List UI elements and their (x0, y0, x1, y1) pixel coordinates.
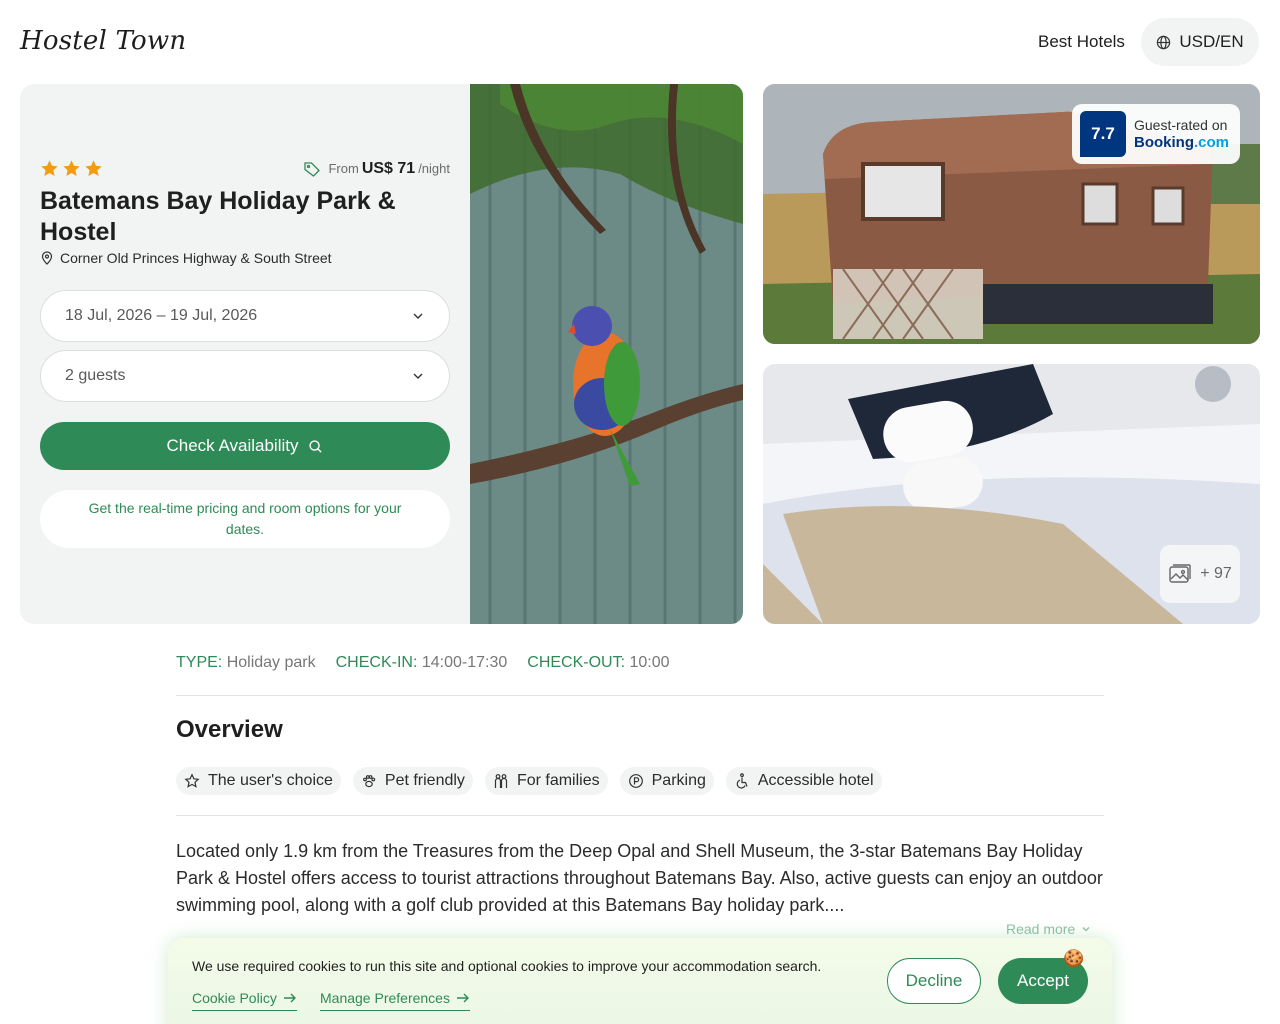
type-info: TYPE: Holiday park (176, 654, 316, 672)
price-prefix: From (328, 161, 359, 176)
checkout-value: 10:00 (629, 654, 670, 671)
chevron-down-icon (413, 373, 423, 379)
property-info-row: TYPE: Holiday park CHECK-IN: 14:00-17:30… (176, 654, 670, 672)
overview-description: Located only 1.9 km from the Treasures f… (176, 841, 1103, 915)
cookie-policy-link[interactable]: Cookie Policy (192, 990, 297, 1011)
chip-label: Accessible hotel (757, 772, 874, 789)
read-more-link[interactable]: Read more (1006, 921, 1091, 937)
star-icon (41, 160, 58, 177)
price-tag-icon (304, 162, 321, 177)
gallery-count: + 97 (1200, 565, 1232, 582)
chip-accessible: Accessible hotel (725, 767, 882, 795)
star-rating (40, 159, 103, 178)
booking-logo: Booking.com (1134, 134, 1229, 152)
checkout-key: CHECK-OUT: (527, 654, 626, 671)
chip-label: Parking (651, 772, 706, 789)
booking-panel: From US$ 71 /night Batemans Bay Holiday … (20, 84, 470, 624)
cookie-text: We use required cookies to run this site… (192, 958, 822, 974)
booking-brand-main: Booking (1134, 134, 1194, 151)
lorikeet-image (470, 84, 743, 624)
search-icon (309, 439, 323, 453)
photo-lorikeet[interactable] (470, 84, 743, 624)
parking-icon (628, 774, 643, 788)
address-text: Corner Old Princes Highway & South Stree… (60, 250, 332, 266)
chip-users-choice: The user's choice (176, 767, 341, 795)
guests-value: 2 guests (65, 367, 126, 384)
cookie-icon: 🍪 (1063, 949, 1085, 968)
guests-select[interactable]: 2 guests (40, 350, 450, 402)
site-logo[interactable]: Hostel Town (20, 26, 186, 56)
booking-rating-badge[interactable]: 7.7 Guest-rated on Booking.com (1072, 104, 1240, 164)
star-icon (63, 160, 80, 177)
chip-pet-friendly: Pet friendly (352, 767, 473, 795)
checkin-info: CHECK-IN: 14:00-17:30 (336, 654, 508, 672)
manage-preferences-label: Manage Preferences (320, 990, 450, 1006)
family-icon (494, 774, 508, 788)
decline-cookies-button[interactable]: Decline (887, 958, 981, 1004)
dates-select[interactable]: 18 Jul, 2026 – 19 Jul, 2026 (40, 290, 450, 342)
chip-for-families: For families (484, 767, 608, 795)
price-amount: US$ 71 (361, 160, 416, 177)
nav-best-hotels-link[interactable]: Best Hotels (1038, 32, 1125, 52)
check-availability-label: Check Availability (166, 436, 299, 455)
dates-value: 18 Jul, 2026 – 19 Jul, 2026 (65, 307, 258, 324)
location-pin-icon (41, 251, 53, 265)
chevron-down-icon (413, 313, 423, 319)
rating-label: Guest-rated on (1134, 117, 1228, 133)
amenity-chips: The user's choice Pet friendly For famil… (176, 767, 882, 795)
star-outline-icon (184, 773, 200, 788)
arrow-right-icon (456, 993, 469, 1003)
overview-title: Overview (176, 716, 283, 743)
divider (176, 815, 1104, 816)
wheelchair-icon (736, 773, 748, 789)
price-from: From US$ 71 /night (303, 160, 450, 178)
currency-language-button[interactable]: USD/EN (1141, 18, 1259, 66)
checkout-info: CHECK-OUT: 10:00 (527, 654, 669, 672)
manage-preferences-link[interactable]: Manage Preferences (320, 990, 470, 1011)
divider (176, 695, 1104, 696)
checkin-key: CHECK-IN: (335, 654, 418, 671)
arrow-right-icon (283, 993, 296, 1003)
check-availability-button[interactable]: Check Availability (40, 422, 450, 470)
hotel-name: Batemans Bay Holiday Park & Hostel (40, 187, 396, 246)
checkin-value: 14:00-17:30 (421, 654, 508, 671)
pricing-note: Get the real-time pricing and room optio… (40, 490, 450, 548)
chip-label: For families (516, 772, 600, 789)
gallery-icon (1169, 564, 1191, 583)
currency-label: USD/EN (1179, 32, 1244, 51)
chip-label: Pet friendly (384, 772, 465, 789)
view-gallery-button[interactable]: + 97 (1160, 545, 1240, 603)
chip-parking: Parking (619, 767, 714, 795)
paw-icon (362, 775, 376, 788)
chevron-down-icon (1082, 927, 1090, 932)
cookie-policy-label: Cookie Policy (192, 990, 277, 1006)
price-suffix: /night (418, 161, 450, 176)
read-more-label: Read more (1006, 921, 1076, 937)
cookie-banner: We use required cookies to run this site… (168, 938, 1112, 1024)
booking-brand-suffix: .com (1194, 134, 1230, 151)
type-key: TYPE: (176, 654, 223, 671)
type-value: Holiday park (226, 654, 316, 671)
rating-score: 7.7 (1080, 111, 1126, 157)
globe-icon (1157, 35, 1171, 49)
hotel-address: Corner Old Princes Highway & South Stree… (40, 250, 332, 266)
chip-label: The user's choice (208, 772, 333, 789)
star-icon (85, 160, 102, 177)
